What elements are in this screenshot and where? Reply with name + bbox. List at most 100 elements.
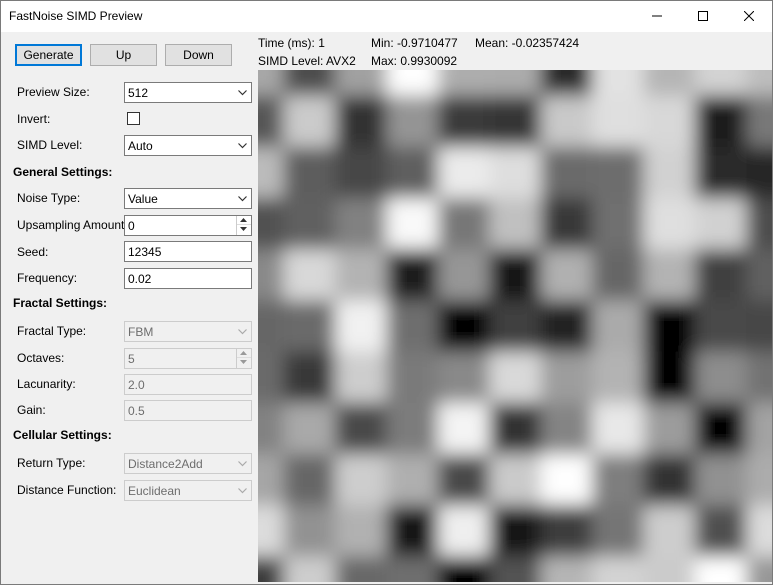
fractal-settings-heading: Fractal Settings:	[13, 296, 108, 310]
seed-input[interactable]: 12345	[124, 241, 252, 262]
noise-cell	[386, 95, 439, 148]
chevron-down-icon	[238, 488, 247, 494]
noise-cell	[258, 249, 285, 302]
down-button[interactable]: Down	[165, 44, 232, 66]
octaves-label: Octaves:	[17, 351, 65, 365]
noise-cell	[540, 505, 594, 558]
title-bar[interactable]: FastNoise SIMD Preview	[1, 1, 772, 32]
distance-function-value: Euclidean	[128, 484, 181, 498]
fractal-type-select[interactable]: FBM	[124, 321, 252, 342]
noise-cell	[258, 402, 285, 455]
upsampling-label: Upsampling Amount:	[17, 218, 128, 232]
up-button[interactable]: Up	[90, 44, 157, 66]
invert-checkbox[interactable]	[127, 112, 140, 125]
noise-cell	[540, 454, 594, 507]
distance-function-select[interactable]: Euclidean	[124, 480, 252, 501]
noise-cell	[489, 249, 542, 302]
close-button[interactable]	[726, 1, 772, 32]
noise-cell	[694, 300, 748, 353]
noise-cell	[437, 249, 491, 302]
simd-level-value: Auto	[128, 139, 153, 153]
noise-type-select[interactable]: Value	[124, 188, 252, 209]
simd-level-select[interactable]: Auto	[124, 135, 252, 156]
spin-down-button[interactable]	[237, 358, 251, 367]
noise-preview-canvas	[258, 70, 772, 582]
noise-cell	[694, 556, 748, 582]
noise-cell	[386, 198, 439, 251]
noise-cell	[335, 505, 388, 558]
noise-cell	[643, 402, 696, 455]
noise-cell	[643, 95, 696, 148]
return-type-select[interactable]: Distance2Add	[124, 453, 252, 474]
gain-input[interactable]: 0.5	[124, 400, 252, 421]
preview-size-value: 512	[128, 86, 149, 100]
noise-cell	[335, 454, 388, 507]
noise-cell	[592, 454, 645, 507]
noise-cell	[386, 556, 439, 582]
upsampling-stepper[interactable]: 0	[124, 215, 252, 236]
noise-cell	[437, 146, 491, 199]
noise-cell	[283, 556, 337, 582]
octaves-value: 5	[128, 352, 135, 366]
frequency-input[interactable]: 0.02	[124, 268, 252, 289]
noise-cell	[283, 95, 337, 148]
simd-level-readout: SIMD Level: AVX2	[258, 54, 356, 68]
noise-cell	[258, 556, 285, 582]
spin-down-icon	[240, 227, 247, 231]
invert-label: Invert:	[17, 112, 51, 126]
noise-cell	[592, 300, 645, 353]
mean-readout: Mean: -0.02357424	[475, 36, 580, 50]
lacunarity-input[interactable]: 2.0	[124, 374, 252, 395]
chevron-down-icon	[238, 461, 247, 467]
noise-cell	[437, 505, 491, 558]
upsampling-spin	[236, 216, 251, 235]
spin-down-button[interactable]	[237, 225, 251, 234]
noise-cell	[489, 351, 542, 404]
noise-cell	[540, 402, 594, 455]
noise-cell	[746, 198, 772, 251]
spin-up-icon	[240, 351, 247, 355]
spin-up-button[interactable]	[237, 349, 251, 358]
time-readout: Time (ms): 1	[258, 36, 325, 50]
octaves-stepper[interactable]: 5	[124, 348, 252, 369]
noise-cell	[386, 146, 439, 199]
minimize-button[interactable]	[634, 1, 680, 32]
frequency-label: Frequency:	[17, 271, 78, 285]
noise-cell	[643, 249, 696, 302]
noise-cell	[283, 300, 337, 353]
noise-cell	[437, 402, 491, 455]
noise-cell	[489, 198, 542, 251]
maximize-icon	[698, 11, 708, 21]
noise-cell	[643, 70, 696, 97]
noise-cell	[540, 95, 594, 148]
noise-cell	[540, 198, 594, 251]
spin-down-icon	[240, 360, 247, 364]
noise-cell	[283, 454, 337, 507]
spin-up-button[interactable]	[237, 216, 251, 225]
noise-cell	[694, 249, 748, 302]
noise-cell	[694, 70, 748, 97]
octaves-spin	[236, 349, 251, 368]
max-readout: Max: 0.9930092	[371, 54, 458, 68]
noise-cell	[592, 198, 645, 251]
fractal-type-label: Fractal Type:	[17, 324, 87, 338]
frequency-value: 0.02	[128, 272, 152, 286]
preview-size-select[interactable]: 512	[124, 82, 252, 103]
noise-cell	[489, 146, 542, 199]
chevron-down-icon	[238, 143, 247, 149]
chevron-down-icon	[238, 329, 247, 335]
noise-cell	[283, 402, 337, 455]
noise-cell	[283, 249, 337, 302]
noise-cell	[489, 402, 542, 455]
return-type-value: Distance2Add	[128, 457, 203, 471]
min-readout: Min: -0.9710477	[371, 36, 458, 50]
maximize-button[interactable]	[680, 1, 726, 32]
noise-cell	[694, 351, 748, 404]
noise-cell	[746, 454, 772, 507]
return-type-label: Return Type:	[17, 456, 86, 470]
generate-button[interactable]: Generate	[15, 44, 82, 66]
noise-cell	[258, 146, 285, 199]
noise-cell	[592, 505, 645, 558]
noise-cell	[643, 351, 696, 404]
noise-cell	[592, 556, 645, 582]
